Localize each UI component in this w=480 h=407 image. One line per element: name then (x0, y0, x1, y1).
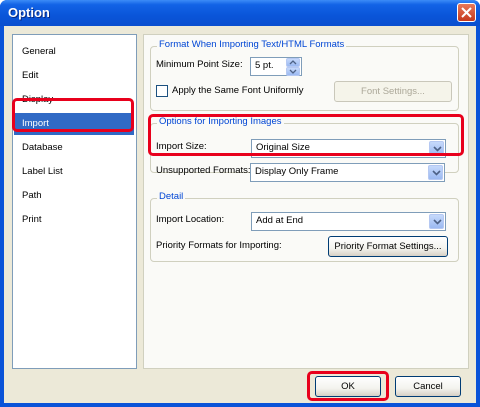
detail-group: Detail Import Location: Add at End Prior… (150, 191, 459, 262)
import-size-label: Import Size: (156, 141, 207, 152)
close-icon (461, 7, 472, 18)
spin-up-icon[interactable] (286, 58, 300, 67)
import-location-select[interactable]: Add at End (251, 212, 446, 231)
priority-format-settings-button[interactable]: Priority Format Settings... (328, 236, 448, 257)
import-size-select[interactable]: Original Size (251, 139, 446, 158)
option-dialog: Option General Edit Display Import Datab… (0, 0, 480, 407)
chevron-down-icon[interactable] (429, 141, 444, 156)
apply-font-checkbox[interactable] (156, 85, 168, 97)
cancel-button[interactable]: Cancel (395, 376, 461, 397)
category-list: General Edit Display Import Database Lab… (12, 34, 137, 369)
import-size-value: Original Size (256, 142, 310, 153)
sidebar-item-edit[interactable]: Edit (14, 65, 134, 87)
chevron-down-icon[interactable] (429, 214, 444, 229)
min-point-field[interactable]: 5 pt. (250, 57, 302, 76)
import-location-label: Import Location: (156, 214, 225, 225)
sidebar-item-import[interactable]: Import (14, 113, 134, 135)
format-group-title: Format When Importing Text/HTML Formats (157, 39, 347, 50)
sidebar-item-path[interactable]: Path (14, 185, 134, 207)
min-point-value: 5 pt. (255, 60, 274, 71)
sidebar-item-label-list[interactable]: Label List (14, 161, 134, 183)
font-settings-button[interactable]: Font Settings... (334, 81, 452, 102)
spin-down-icon[interactable] (286, 67, 300, 76)
dialog-client-area: General Edit Display Import Database Lab… (4, 26, 476, 403)
settings-panel: Format When Importing Text/HTML Formats … (143, 34, 469, 369)
sidebar-item-display[interactable]: Display (14, 89, 134, 111)
import-location-value: Add at End (256, 215, 304, 226)
unsupported-value: Display Only Frame (255, 166, 339, 177)
format-group: Format When Importing Text/HTML Formats … (150, 39, 459, 111)
sidebar-item-print[interactable]: Print (14, 209, 134, 231)
sidebar-item-general[interactable]: General (14, 41, 134, 63)
detail-group-title: Detail (157, 191, 186, 202)
title-bar[interactable]: Option (0, 0, 480, 26)
sidebar-item-database[interactable]: Database (14, 137, 134, 159)
unsupported-select[interactable]: Display Only Frame (250, 163, 445, 182)
images-group-title: Options for Importing Images (157, 116, 284, 127)
window-title: Option (8, 5, 50, 20)
close-button[interactable] (457, 3, 476, 22)
unsupported-label: Unsupported Formats: (156, 165, 251, 176)
apply-font-label: Apply the Same Font Uniformly (172, 85, 304, 96)
priority-label: Priority Formats for Importing: (156, 240, 282, 251)
ok-button[interactable]: OK (315, 376, 381, 397)
chevron-down-icon[interactable] (428, 165, 443, 180)
min-point-label: Minimum Point Size: (156, 59, 243, 70)
min-point-spinner[interactable] (286, 58, 300, 77)
